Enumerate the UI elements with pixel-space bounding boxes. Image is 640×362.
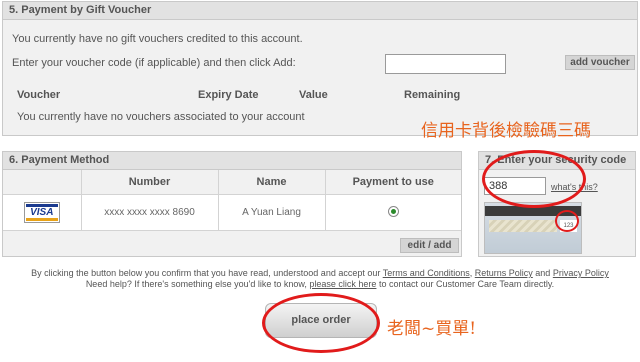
- card-number-cell: xxxx xxxx xxxx 8690: [81, 194, 219, 231]
- privacy-policy-link[interactable]: Privacy Policy: [553, 268, 609, 278]
- terms-and: and: [532, 268, 553, 278]
- voucher-code-input[interactable]: [385, 54, 506, 74]
- payment-select-cell: [325, 194, 461, 231]
- card-brand-cell: VISA: [3, 194, 82, 231]
- name-column-header: Name: [218, 170, 326, 195]
- terms-prefix: By clicking the button below you confirm…: [31, 268, 383, 278]
- terms-line-2: Need help? If there's something else you…: [0, 279, 640, 290]
- visa-card-icon: VISA: [23, 201, 60, 223]
- payment-to-use-column-header: Payment to use: [325, 170, 461, 195]
- cardholder-name-cell: A Yuan Liang: [218, 194, 326, 231]
- table-header-row: Number Name Payment to use: [3, 170, 461, 195]
- payment-method-table: Number Name Payment to use VISA xxxx xxx…: [3, 170, 461, 231]
- cvv-annotation: 信用卡背後檢驗碼三碼: [421, 121, 591, 141]
- voucher-instruction: Enter your voucher code (if applicable) …: [12, 57, 296, 69]
- value-column-header: Value: [299, 89, 328, 101]
- edit-add-button[interactable]: edit / add: [400, 238, 459, 253]
- remaining-column-header: Remaining: [404, 89, 461, 101]
- number-column-header: Number: [81, 170, 219, 195]
- order-annotation: 老闆~買單!: [387, 319, 477, 339]
- payment-radio-selected[interactable]: [387, 206, 399, 218]
- returns-policy-link[interactable]: Returns Policy: [475, 268, 533, 278]
- help-suffix: to contact our Customer Care Team direct…: [376, 279, 555, 289]
- add-voucher-button[interactable]: add voucher: [565, 55, 635, 70]
- click-here-link[interactable]: please click here: [309, 279, 376, 289]
- terms-text: By clicking the button below you confirm…: [0, 268, 640, 290]
- voucher-column-header: Voucher: [17, 89, 61, 101]
- table-row: VISA xxxx xxxx xxxx 8690 A Yuan Liang: [3, 194, 461, 231]
- card-column-header: [3, 170, 82, 195]
- place-order-ring: [262, 293, 380, 353]
- no-vouchers-text: You currently have no vouchers associate…: [17, 111, 305, 123]
- signature-strip: [489, 220, 557, 232]
- terms-line-1: By clicking the button below you confirm…: [0, 268, 640, 279]
- no-gift-credit-text: You currently have no gift vouchers cred…: [12, 33, 303, 45]
- cvv-ring: [555, 210, 579, 232]
- payment-method-title: 6. Payment Method: [3, 152, 461, 170]
- help-prefix: Need help? If there's something else you…: [85, 279, 310, 289]
- terms-and-conditions-link[interactable]: Terms and Conditions: [383, 268, 470, 278]
- security-code-ring: [482, 150, 586, 208]
- card-brand-label: VISA: [30, 206, 54, 218]
- payment-method-panel: 6. Payment Method Number Name Payment to…: [2, 151, 462, 257]
- expiry-date-column-header: Expiry Date: [198, 89, 259, 101]
- gift-voucher-title: 5. Payment by Gift Voucher: [3, 2, 637, 20]
